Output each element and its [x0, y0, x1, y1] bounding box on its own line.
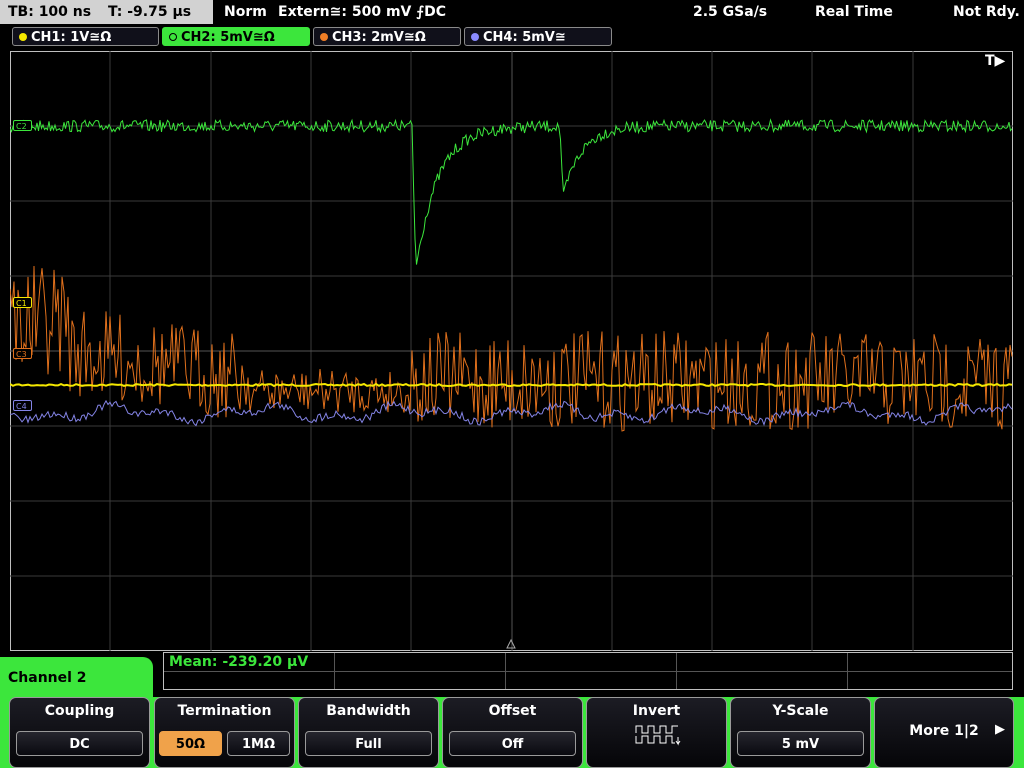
termination-softkey[interactable]: Termination 50Ω 1MΩ [154, 697, 295, 768]
termination-1mohm-option[interactable]: 1MΩ [227, 731, 290, 756]
trigger-time-value: T: -9.75 µs [107, 4, 192, 20]
termination-50ohm-option[interactable]: 50Ω [159, 731, 222, 756]
measurement-panel: Mean: -239.20 µV [163, 652, 1013, 690]
tab-ch3[interactable]: CH3: 2mV≅Ω [313, 27, 461, 46]
tab-ch4[interactable]: CH4: 5mV≅ [464, 27, 612, 46]
ch1-level-marker[interactable]: C1 [13, 297, 32, 308]
yscale-softkey[interactable]: Y-Scale 5 mV [730, 697, 871, 768]
measurement-divider [164, 671, 1012, 672]
more-softkey[interactable]: More 1|2 ▶ [874, 697, 1014, 768]
tab-ch3-label: CH3: 2mV≅Ω [332, 30, 426, 45]
tab-ch4-label: CH4: 5mV≅ [483, 30, 566, 45]
trigger-mode[interactable]: Norm [224, 0, 267, 24]
timebase-value: TB: 100 ns [8, 4, 92, 20]
termination-label: Termination [177, 703, 272, 719]
invert-waveform-icon [635, 725, 681, 746]
waveform-display[interactable] [10, 51, 1013, 651]
ch1-color-dot [19, 33, 27, 41]
tab-ch1[interactable]: CH1: 1V≅Ω [12, 27, 159, 46]
coupling-label: Coupling [44, 703, 115, 719]
bandwidth-label: Bandwidth [326, 703, 411, 719]
bandwidth-softkey[interactable]: Bandwidth Full [298, 697, 439, 768]
timebase-box[interactable]: TB: 100 ns T: -9.75 µs [0, 0, 213, 24]
ch4-level-marker[interactable]: C4 [13, 400, 32, 411]
graticule [10, 51, 1013, 651]
ch2-trace [10, 118, 1013, 265]
ch4-color-dot [471, 33, 479, 41]
tab-ch1-label: CH1: 1V≅Ω [31, 30, 112, 45]
ch3-level-marker[interactable]: C3 [13, 348, 32, 359]
mean-measurement: Mean: -239.20 µV [169, 654, 309, 670]
ch2-level-marker[interactable]: C2 [13, 120, 32, 131]
sample-rate: 2.5 GSa/s [693, 4, 768, 20]
offset-softkey[interactable]: Offset Off [442, 697, 583, 768]
invert-label: Invert [632, 703, 681, 719]
ch3-color-dot [320, 33, 328, 41]
tab-ch2-label: CH2: 5mV≅Ω [181, 30, 275, 45]
measurement-divider [334, 653, 335, 689]
measurement-divider [505, 653, 506, 689]
more-arrow-icon: ▶ [995, 722, 1005, 737]
tab-ch2[interactable]: CH2: 5mV≅Ω [162, 27, 310, 46]
acquisition-mode: Real Time [815, 4, 893, 20]
ch2-color-dot [169, 33, 177, 41]
menu-title: Channel 2 [8, 670, 87, 686]
bandwidth-value[interactable]: Full [305, 731, 432, 756]
offset-value[interactable]: Off [449, 731, 576, 756]
measurement-divider [847, 653, 848, 689]
trigger-source[interactable]: Extern≅: 500 mV ⨍DC [278, 0, 446, 24]
trigger-position-marker [506, 638, 516, 649]
yscale-value[interactable]: 5 mV [737, 731, 864, 756]
coupling-value[interactable]: DC [16, 731, 143, 756]
invert-softkey[interactable]: Invert [586, 697, 727, 768]
measurement-divider [676, 653, 677, 689]
status-bar: TB: 100 ns T: -9.75 µs Norm Extern≅: 500… [0, 0, 1024, 24]
coupling-softkey[interactable]: Coupling DC [9, 697, 150, 768]
more-label: More 1|2 [909, 723, 979, 739]
yscale-label: Y-Scale [772, 703, 829, 719]
channel-tab-bar: CH1: 1V≅Ω CH2: 5mV≅Ω CH3: 2mV≅Ω CH4: 5mV… [0, 26, 1024, 48]
offset-label: Offset [488, 703, 537, 719]
ch3-trace [10, 265, 1013, 432]
acquisition-state: Not Rdy. [953, 4, 1020, 20]
trigger-indicator: T▶ [985, 53, 1006, 69]
